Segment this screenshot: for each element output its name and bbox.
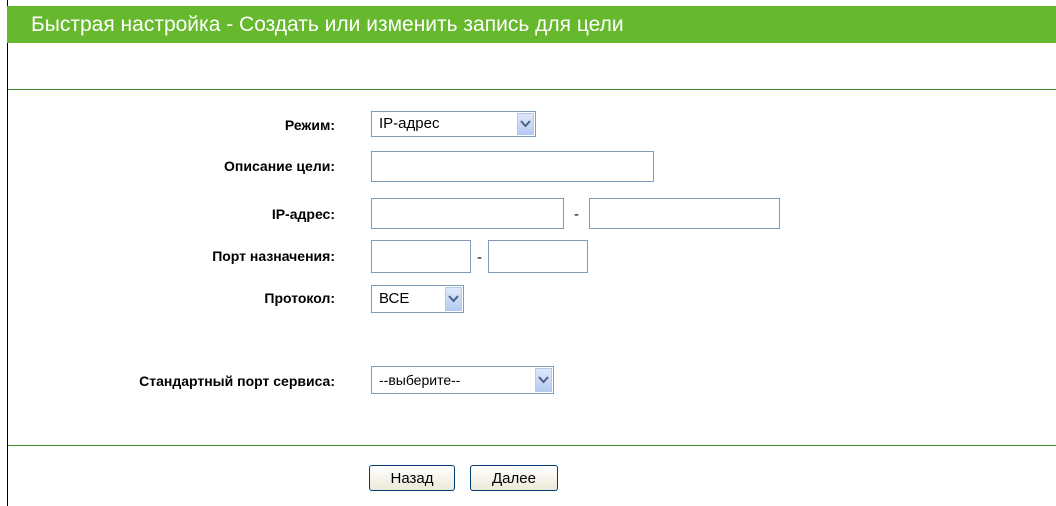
port-end-input[interactable]: [488, 240, 588, 273]
chevron-down-icon[interactable]: [517, 113, 534, 135]
mode-select[interactable]: IP-адрес: [371, 111, 536, 137]
ip-end-input[interactable]: [589, 198, 780, 229]
divider-bottom: [8, 445, 1056, 446]
chevron-down-icon[interactable]: [535, 368, 552, 392]
protocol-select-value: ВСЕ: [379, 290, 410, 307]
divider-top: [8, 89, 1056, 90]
port-range-separator: -: [477, 249, 482, 266]
protocol-label: Протокол:: [264, 290, 335, 306]
service-port-select[interactable]: --выберите--: [371, 366, 554, 394]
port-label: Порт назначения:: [212, 248, 335, 264]
ip-label: IP-адрес:: [271, 206, 335, 222]
ip-start-input[interactable]: [371, 198, 564, 229]
chevron-down-icon[interactable]: [445, 287, 462, 311]
ip-range-separator: -: [574, 206, 579, 223]
description-label: Описание цели:: [224, 158, 335, 174]
next-button[interactable]: Далее: [470, 465, 558, 491]
service-port-select-value: --выберите--: [379, 372, 461, 388]
port-start-input[interactable]: [371, 240, 471, 273]
page-title: Быстрая настройка - Создать или изменить…: [7, 6, 1056, 43]
protocol-select[interactable]: ВСЕ: [371, 285, 464, 313]
mode-label: Режим:: [284, 117, 335, 133]
back-button[interactable]: Назад: [369, 465, 455, 491]
service-port-label: Стандартный порт сервиса:: [139, 373, 335, 389]
mode-select-value: IP-адрес: [379, 115, 440, 132]
description-input[interactable]: [371, 151, 654, 182]
